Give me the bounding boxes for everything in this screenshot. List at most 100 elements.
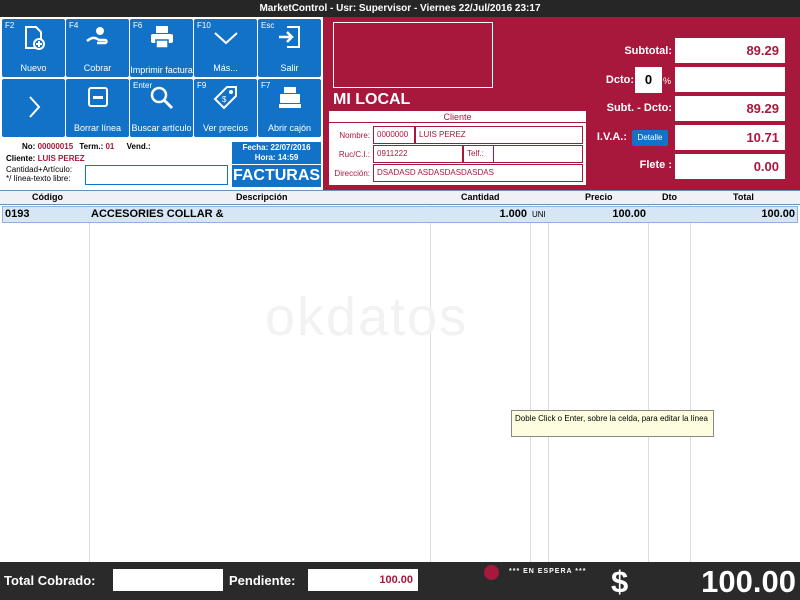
- column-divider: [530, 205, 531, 562]
- invoice-number-label: No:: [22, 142, 36, 151]
- on-hold-status: *** EN ESPERA ***: [509, 568, 587, 575]
- terminal-number: 01: [105, 142, 115, 151]
- phone-field[interactable]: [493, 145, 583, 163]
- col-cantidad[interactable]: Cantidad: [461, 192, 500, 202]
- edit-tooltip: Doble Click o Enter, sobre la celda, par…: [511, 410, 714, 437]
- article-input[interactable]: [85, 165, 228, 185]
- cell-descripcion[interactable]: ACCESORIES COLLAR &: [91, 208, 224, 220]
- delete-line-button[interactable]: Borrar línea: [66, 79, 129, 137]
- pending-field: 100.00: [308, 569, 418, 591]
- exit-icon: [258, 25, 321, 49]
- discount-label: Dcto:: [605, 74, 634, 86]
- subtotal-discount-label: Subt. - Dcto:: [606, 102, 672, 114]
- subtotal-label: Subtotal:: [624, 45, 672, 57]
- col-precio[interactable]: Precio: [585, 192, 613, 202]
- discount-field[interactable]: 0: [635, 67, 662, 93]
- cell-cantidad[interactable]: 1.000: [499, 208, 527, 220]
- button-label: Salir: [280, 63, 299, 73]
- button-label: Borrar línea: [73, 123, 122, 133]
- charge-button[interactable]: F4 Cobrar: [66, 19, 129, 77]
- free-text-label: */ línea-texto libre:: [6, 174, 71, 183]
- name-label: Nombre:: [339, 130, 370, 140]
- search-article-button[interactable]: Enter Buscar artículo: [130, 79, 193, 137]
- chevron-right-icon: [2, 95, 65, 119]
- column-divider: [89, 205, 90, 562]
- client-label: Cliente:: [6, 154, 36, 163]
- total-paid-field[interactable]: [113, 569, 223, 591]
- footer-bar: Total Cobrado: Pendiente: 100.00 *** EN …: [0, 562, 800, 600]
- cell-unidad[interactable]: UNI: [532, 210, 546, 219]
- status-indicator: [484, 565, 499, 580]
- freight-label: Flete :: [639, 159, 672, 171]
- grand-total: 100.00: [701, 564, 796, 599]
- cell-precio[interactable]: 100.00: [612, 208, 646, 220]
- more-button[interactable]: F10 Más...: [194, 19, 257, 77]
- total-paid-label: Total Cobrado:: [4, 573, 96, 588]
- date-time-box: Fecha: 22/07/2016 Hora: 14:59: [232, 142, 321, 164]
- column-divider: [690, 205, 691, 562]
- store-name: MI LOCAL: [333, 91, 411, 108]
- button-label: Buscar artículo: [131, 123, 192, 133]
- seller-label: Vend.:: [126, 142, 151, 151]
- svg-text:$: $: [222, 95, 227, 104]
- col-dto[interactable]: Dto: [662, 192, 677, 202]
- watermark: okdatos: [265, 287, 469, 347]
- quantity-article-label: Cantidad+Artículo:: [6, 165, 73, 174]
- open-drawer-button[interactable]: F7 Abrir cajón: [258, 79, 321, 137]
- pending-label: Pendiente:: [229, 573, 296, 588]
- cash-register-icon: [258, 85, 321, 109]
- date-label: Fecha: 22/07/2016: [242, 143, 311, 152]
- invoice-grid: Código Descripción Cantidad Precio Dto T…: [0, 190, 800, 562]
- address-label: Dirección:: [334, 168, 370, 178]
- table-row[interactable]: 0193 ACCESORIES COLLAR & 1.000 UNI 100.0…: [2, 206, 798, 223]
- next-page-button[interactable]: [2, 79, 65, 137]
- percent-label: %: [663, 76, 672, 86]
- chevron-down-icon: [194, 25, 257, 49]
- ruc-label: Ruc/C.I.:: [338, 149, 370, 159]
- client-code-field[interactable]: 0000000: [373, 126, 415, 144]
- view-prices-button[interactable]: F9 $ Ver precios: [194, 79, 257, 137]
- iva-value: 10.71: [675, 125, 785, 150]
- logo-placeholder: [333, 22, 493, 88]
- subtotal-discount-value: 89.29: [675, 96, 785, 121]
- printer-icon: [130, 25, 193, 49]
- button-label: Imprimir factura: [130, 65, 193, 75]
- invoice-number: 00000015: [37, 142, 74, 151]
- iva-label: I.V.A.:: [596, 131, 627, 143]
- time-label: Hora: 14:59: [254, 153, 299, 162]
- print-invoice-button[interactable]: F6 Imprimir factura: [130, 19, 193, 77]
- column-divider: [648, 205, 649, 562]
- window-title: MarketControl - Usr: Supervisor - Vierne…: [0, 0, 800, 17]
- exit-button[interactable]: Esc Salir: [258, 19, 321, 77]
- subtotal-value: 89.29: [675, 38, 785, 63]
- freight-value[interactable]: 0.00: [675, 154, 785, 179]
- column-divider: [548, 205, 549, 562]
- invoice-info: No: 00000015 Term.: 01 Vend.: Cliente: L…: [0, 140, 230, 190]
- terminal-label: Term.:: [79, 142, 104, 151]
- search-icon: [130, 85, 193, 111]
- phone-label: Telf.:: [463, 145, 493, 163]
- col-codigo[interactable]: Código: [32, 192, 63, 202]
- client-name: LUIS PEREZ: [37, 154, 85, 163]
- col-total[interactable]: Total: [733, 192, 754, 202]
- client-box: Cliente Nombre: 0000000 LUIS PEREZ Ruc/C…: [328, 110, 587, 186]
- discount-amount: [675, 67, 785, 92]
- client-name-field[interactable]: LUIS PEREZ: [415, 126, 583, 144]
- button-label: Cobrar: [83, 63, 112, 73]
- client-title: Cliente: [329, 111, 586, 123]
- ruc-field[interactable]: 0911222: [373, 145, 463, 163]
- new-button[interactable]: F2 Nuevo: [2, 19, 65, 77]
- delete-line-icon: [66, 85, 129, 109]
- button-label: Nuevo: [20, 63, 47, 73]
- grid-header: Código Descripción Cantidad Precio Dto T…: [0, 191, 800, 205]
- cell-total[interactable]: 100.00: [761, 208, 795, 220]
- document-type: FACTURAS: [232, 165, 321, 187]
- address-field[interactable]: DSADASD ASDASDASDASDAS: [373, 164, 583, 182]
- toolbar: F2 Nuevo F4 Cobrar F6 Imprimir factura F…: [0, 17, 323, 137]
- cell-codigo[interactable]: 0193: [5, 208, 29, 220]
- col-descripcion[interactable]: Descripción: [236, 192, 288, 202]
- price-tag-icon: $: [194, 85, 257, 111]
- iva-detail-button[interactable]: Detalle: [632, 130, 668, 146]
- button-label: Ver precios: [202, 123, 249, 133]
- new-document-icon: [2, 25, 65, 51]
